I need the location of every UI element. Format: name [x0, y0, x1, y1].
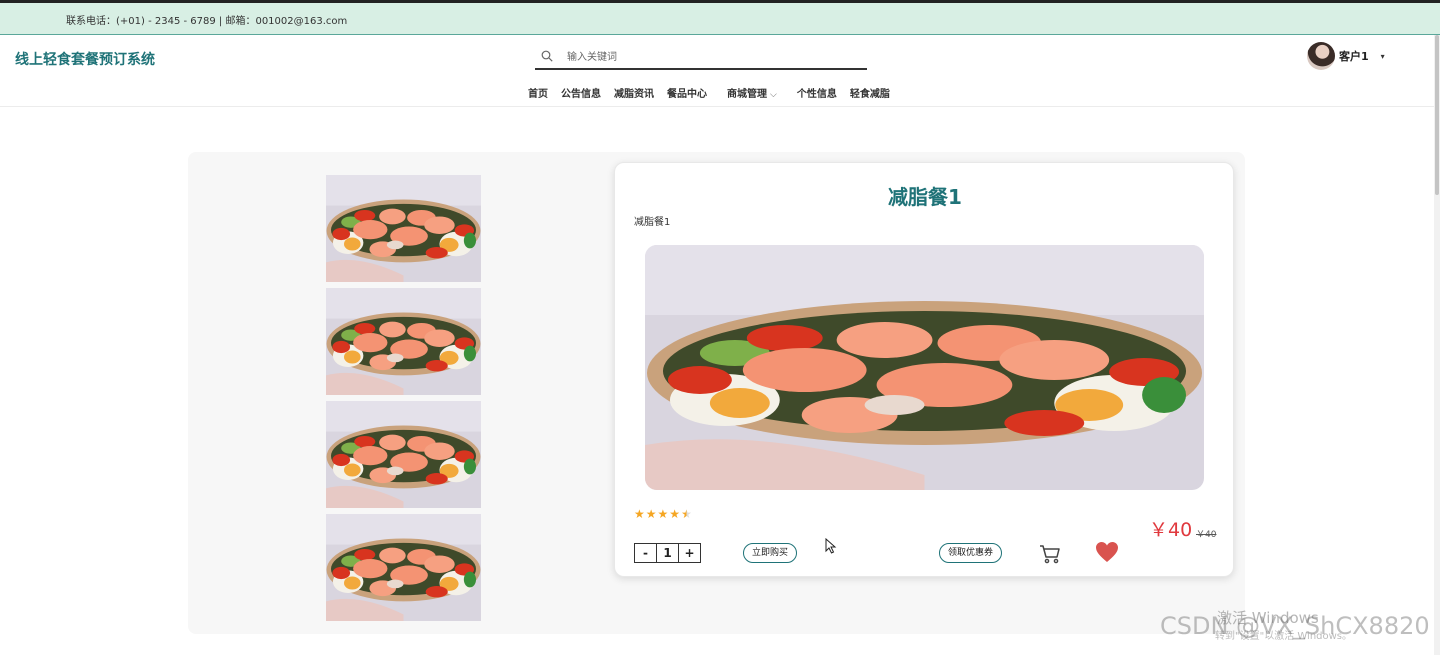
product-info-card: 减脂餐1 减脂餐1 ★ ★ ★ ★ ★ ￥40 ￥40 - 1 + 立即购买 领… [614, 162, 1234, 577]
user-name[interactable]: 客户1 [1339, 48, 1369, 64]
chevron-down-icon: ⌵ [770, 90, 777, 100]
csdn-watermark: CSDN @VX_ShCX8820 [1160, 612, 1430, 640]
user-menu[interactable]: 客户1 ▾ [1307, 40, 1385, 72]
get-coupon-button[interactable]: 领取优惠券 [939, 543, 1003, 563]
product-thumbnail[interactable] [326, 288, 481, 395]
star-icon: ★ [645, 507, 657, 521]
main-nav: 首页 公告信息 减脂资讯 餐品中心 商城管理 ⌵ 个性信息 轻食减脂 [528, 85, 903, 100]
product-title: 减脂餐1 [888, 185, 962, 209]
search-icon[interactable] [541, 50, 553, 62]
original-price: ￥40 [1196, 530, 1217, 540]
product-subtitle: 减脂餐1 [634, 217, 671, 228]
avatar[interactable] [1307, 42, 1335, 70]
salad-thumbnail-image [326, 514, 481, 621]
star-icon: ★ [657, 507, 669, 521]
cart-icon[interactable] [1039, 543, 1061, 565]
product-thumbnail[interactable] [326, 514, 481, 621]
page-scrollbar[interactable] [1434, 35, 1440, 655]
nav-shop-management-label: 商城管理 [727, 89, 767, 100]
site-header: 线上轻食套餐预订系统 客户1 ▾ 首页 公告信息 减脂资讯 餐品中心 商城管理⌵… [0, 35, 1440, 107]
user-dropdown-icon[interactable]: ▾ [1381, 52, 1385, 61]
rating-stars: ★ ★ ★ ★ ★ [634, 507, 693, 521]
top-contact-bar: 联系电话：(+01) - 2345 - 6789 | 邮箱：001002@163… [0, 0, 1440, 35]
mouse-cursor-icon [825, 538, 837, 554]
half-star-icon: ★ [681, 507, 692, 521]
search-input[interactable] [567, 49, 847, 65]
nav-personal-info[interactable]: 个性信息 [797, 85, 837, 100]
quantity-increase-button[interactable]: + [679, 544, 700, 562]
nav-light-meal[interactable]: 轻食减脂 [850, 85, 890, 100]
nav-meal-center[interactable]: 餐品中心 [667, 85, 707, 100]
product-thumbnail[interactable] [326, 175, 481, 282]
star-icon: ★ [634, 507, 645, 521]
salad-thumbnail-image [326, 401, 481, 508]
contact-info: 联系电话：(+01) - 2345 - 6789 | 邮箱：001002@163… [66, 16, 348, 27]
nav-fat-loss-news[interactable]: 减脂资讯 [614, 85, 654, 100]
salad-image [645, 245, 1204, 490]
product-thumbnail[interactable] [326, 401, 481, 508]
nav-home[interactable]: 首页 [528, 85, 548, 100]
product-price: ￥40 [1149, 519, 1193, 541]
quantity-decrease-button[interactable]: - [635, 544, 656, 562]
quantity-stepper: - 1 + [634, 543, 701, 563]
salad-thumbnail-image [326, 175, 481, 282]
star-icon: ★ [669, 507, 681, 521]
product-main-image [645, 245, 1204, 490]
quantity-value[interactable]: 1 [656, 544, 679, 562]
nav-announcements[interactable]: 公告信息 [561, 85, 601, 100]
buy-now-button[interactable]: 立即购买 [743, 543, 798, 563]
heart-icon[interactable] [1095, 541, 1119, 563]
salad-thumbnail-image [326, 288, 481, 395]
nav-shop-management[interactable]: 商城管理 ⌵ [727, 85, 777, 100]
scrollbar-thumb[interactable] [1435, 35, 1439, 195]
site-logo[interactable]: 线上轻食套餐预订系统 [15, 49, 155, 69]
search-bar [535, 45, 867, 70]
